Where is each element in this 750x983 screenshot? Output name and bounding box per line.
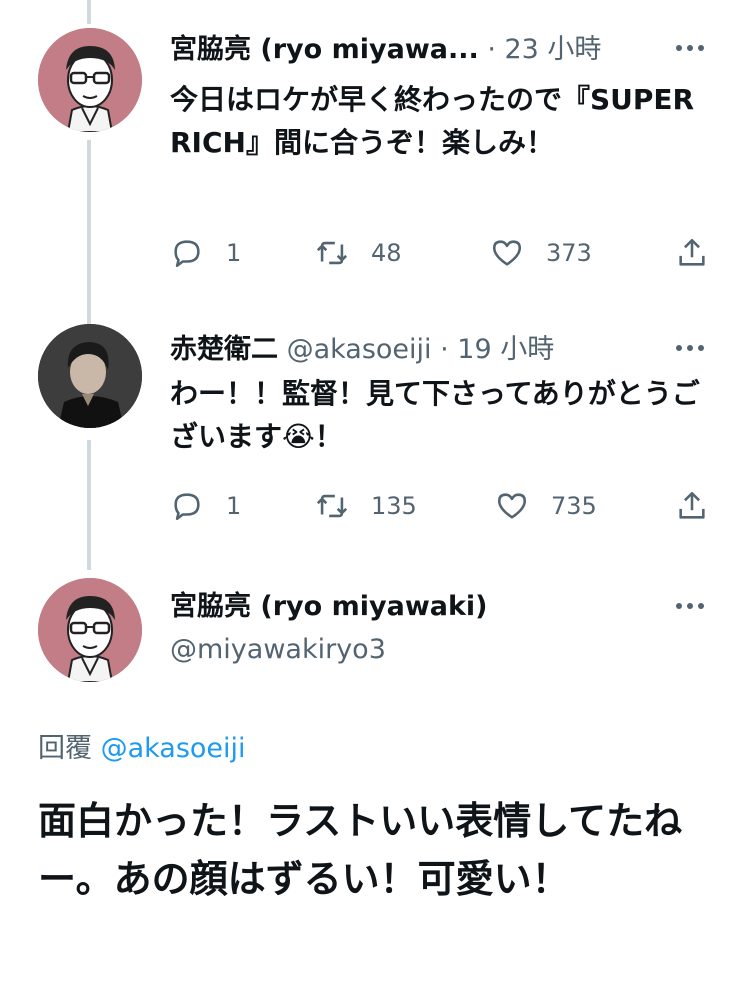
reply-button[interactable]: 1 [170,236,241,270]
avatar[interactable] [38,28,142,132]
tweet-meta: @akasoeiji · 19 小時 [278,334,555,365]
main-tweet-text: 面白かった！ラストいい表情してたねー。あの顔はずるい！可愛い！ [38,799,683,901]
tweet-actions: 1 48 373 [170,236,715,276]
reply-to-line: 回覆 @akasoeiji [38,726,246,765]
author-handle[interactable]: @miyawakiryo3 [170,634,386,665]
avatar[interactable] [38,578,142,682]
reply-count: 1 [226,492,242,520]
reply-prefix: 回覆 [38,733,92,764]
tweet-text: 今日はロケが早く終わったので『SUPER RICH』間に合うぞ！楽しみ！ [170,83,695,159]
retweet-count: 135 [371,492,417,520]
heart-icon [492,240,522,266]
retweet-icon [316,494,348,518]
tweet-1[interactable]: 宮脇亮 (ryo miyawa... · 23 小時 今日はロケが早く終わったの… [0,0,750,320]
author-name[interactable]: 赤楚衛二 [170,334,278,365]
tweet-actions: 1 135 735 [170,489,715,529]
like-count: 735 [551,492,597,520]
retweet-icon [316,241,348,265]
like-button[interactable]: 373 [490,236,592,270]
retweet-count: 48 [371,239,402,267]
like-button[interactable]: 735 [495,489,597,523]
share-button[interactable] [675,489,709,523]
retweet-button[interactable]: 48 [315,236,402,270]
reply-icon [174,240,200,268]
heart-icon [497,493,527,519]
tweet-header: 赤楚衛二 @akasoeiji · 19 小時 [170,333,554,367]
share-button[interactable] [675,236,709,270]
author-name: 宮脇亮 (ryo miyawaki) [170,591,488,622]
tweet-header: 宮脇亮 (ryo miyawa... · 23 小時 [170,33,601,67]
more-dots-icon[interactable] [676,594,712,624]
retweet-button[interactable]: 135 [315,489,417,523]
main-author-name[interactable]: 宮脇亮 (ryo miyawaki) [170,590,488,624]
avatar[interactable] [38,324,142,428]
main-tweet: 宮脇亮 (ryo miyawaki) @miyawakiryo3 回覆 @aka… [0,570,750,983]
more-dots-icon[interactable] [676,36,712,66]
reply-icon [174,493,200,521]
share-icon [679,238,705,266]
tweet-text: わー！！監督！見て下さってありがとうございます😭！ [170,377,700,453]
reply-button[interactable]: 1 [170,489,241,523]
reply-count: 1 [226,239,242,267]
tweet-meta: · 23 小時 [478,34,602,65]
more-dots-icon[interactable] [676,336,712,366]
author-name[interactable]: 宮脇亮 (ryo miyawa... [170,34,479,65]
reply-mention-link[interactable]: @akasoeiji [101,733,246,764]
share-icon [679,491,705,519]
like-count: 373 [546,239,592,267]
tweet-2[interactable]: 赤楚衛二 @akasoeiji · 19 小時 わー！！監督！見て下さってありが… [0,320,750,570]
